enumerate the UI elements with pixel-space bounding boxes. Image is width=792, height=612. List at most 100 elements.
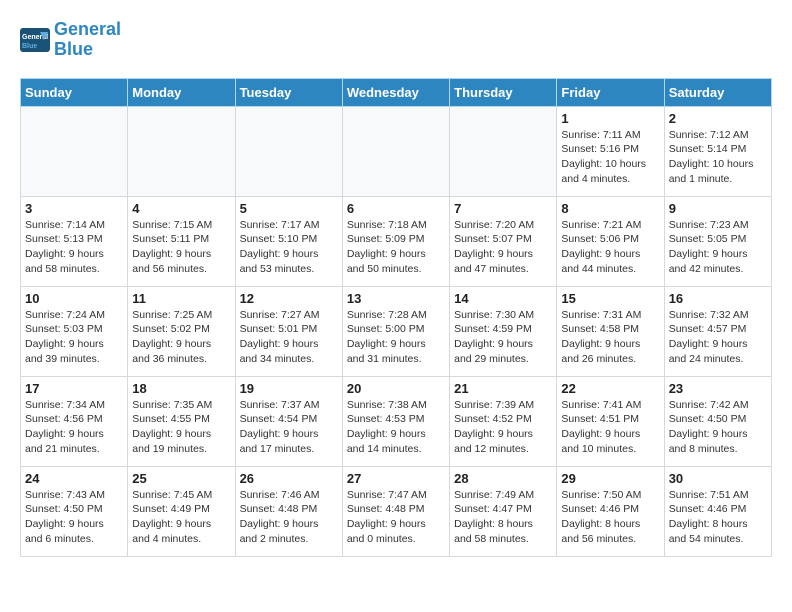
calendar-cell: 29Sunrise: 7:50 AM Sunset: 4:46 PM Dayli…	[557, 466, 664, 556]
day-number: 27	[347, 471, 445, 486]
day-info: Sunrise: 7:34 AM Sunset: 4:56 PM Dayligh…	[25, 398, 123, 457]
day-number: 20	[347, 381, 445, 396]
day-info: Sunrise: 7:15 AM Sunset: 5:11 PM Dayligh…	[132, 218, 230, 277]
calendar-cell: 2Sunrise: 7:12 AM Sunset: 5:14 PM Daylig…	[664, 106, 771, 196]
calendar-body: 1Sunrise: 7:11 AM Sunset: 5:16 PM Daylig…	[21, 106, 772, 556]
calendar-cell: 13Sunrise: 7:28 AM Sunset: 5:00 PM Dayli…	[342, 286, 449, 376]
day-info: Sunrise: 7:38 AM Sunset: 4:53 PM Dayligh…	[347, 398, 445, 457]
logo: General Blue General Blue	[20, 20, 121, 60]
day-number: 4	[132, 201, 230, 216]
day-info: Sunrise: 7:20 AM Sunset: 5:07 PM Dayligh…	[454, 218, 552, 277]
day-info: Sunrise: 7:49 AM Sunset: 4:47 PM Dayligh…	[454, 488, 552, 547]
calendar-cell: 14Sunrise: 7:30 AM Sunset: 4:59 PM Dayli…	[450, 286, 557, 376]
day-info: Sunrise: 7:41 AM Sunset: 4:51 PM Dayligh…	[561, 398, 659, 457]
day-number: 6	[347, 201, 445, 216]
calendar-cell	[450, 106, 557, 196]
calendar-week-row: 24Sunrise: 7:43 AM Sunset: 4:50 PM Dayli…	[21, 466, 772, 556]
calendar-cell	[21, 106, 128, 196]
calendar-cell: 11 Sunrise: 7:25 AM Sunset: 5:02 PM Dayli…	[128, 286, 235, 376]
day-number: 2	[669, 111, 767, 126]
day-info: Sunrise: 7:47 AM Sunset: 4:48 PM Dayligh…	[347, 488, 445, 547]
calendar-cell: 28 Sunrise: 7:49 AM Sunset: 4:47 PM Dayli…	[450, 466, 557, 556]
calendar-cell: 18 Sunrise: 7:35 AM Sunset: 4:55 PM Dayli…	[128, 376, 235, 466]
calendar-cell: 23 Sunrise: 7:42 AM Sunset: 4:50 PM Dayli…	[664, 376, 771, 466]
calendar-cell	[235, 106, 342, 196]
day-info: Sunrise: 7:31 AM Sunset: 4:58 PM Dayligh…	[561, 308, 659, 367]
day-number: 18	[132, 381, 230, 396]
day-info: Sunrise: 7:28 AM Sunset: 5:00 PM Dayligh…	[347, 308, 445, 367]
calendar-cell: 21 Sunrise: 7:39 AM Sunset: 4:52 PM Dayli…	[450, 376, 557, 466]
day-number: 30	[669, 471, 767, 486]
day-number: 9	[669, 201, 767, 216]
calendar-cell: 17 Sunrise: 7:34 AM Sunset: 4:56 PM Dayli…	[21, 376, 128, 466]
calendar-cell: 9 Sunrise: 7:23 AM Sunset: 5:05 PM Daylig…	[664, 196, 771, 286]
calendar-cell: 30 Sunrise: 7:51 AM Sunset: 4:46 PM Dayli…	[664, 466, 771, 556]
calendar-cell: 25Sunrise: 7:45 AM Sunset: 4:49 PM Dayli…	[128, 466, 235, 556]
calendar-cell: 24Sunrise: 7:43 AM Sunset: 4:50 PM Dayli…	[21, 466, 128, 556]
day-info: Sunrise: 7:25 AM Sunset: 5:02 PM Dayligh…	[132, 308, 230, 367]
day-info: Sunrise: 7:24 AM Sunset: 5:03 PM Dayligh…	[25, 308, 123, 367]
day-number: 28	[454, 471, 552, 486]
day-info: Sunrise: 7:21 AM Sunset: 5:06 PM Dayligh…	[561, 218, 659, 277]
day-number: 21	[454, 381, 552, 396]
calendar-week-row: 1Sunrise: 7:11 AM Sunset: 5:16 PM Daylig…	[21, 106, 772, 196]
calendar-cell: 22 Sunrise: 7:41 AM Sunset: 4:51 PM Dayli…	[557, 376, 664, 466]
day-info: Sunrise: 7:18 AM Sunset: 5:09 PM Dayligh…	[347, 218, 445, 277]
calendar-cell: 12Sunrise: 7:27 AM Sunset: 5:01 PM Dayli…	[235, 286, 342, 376]
day-number: 10	[25, 291, 123, 306]
day-number: 25	[132, 471, 230, 486]
calendar-cell: 6 Sunrise: 7:18 AM Sunset: 5:09 PM Daylig…	[342, 196, 449, 286]
day-number: 12	[240, 291, 338, 306]
day-number: 3	[25, 201, 123, 216]
weekday-header-tuesday: Tuesday	[235, 78, 342, 106]
day-info: Sunrise: 7:42 AM Sunset: 4:50 PM Dayligh…	[669, 398, 767, 457]
svg-text:Blue: Blue	[22, 43, 37, 50]
day-number: 1	[561, 111, 659, 126]
calendar-cell: 3 Sunrise: 7:14 AM Sunset: 5:13 PM Daylig…	[21, 196, 128, 286]
day-info: Sunrise: 7:35 AM Sunset: 4:55 PM Dayligh…	[132, 398, 230, 457]
calendar-cell: 16Sunrise: 7:32 AM Sunset: 4:57 PM Dayli…	[664, 286, 771, 376]
calendar-cell: 4 Sunrise: 7:15 AM Sunset: 5:11 PM Daylig…	[128, 196, 235, 286]
day-number: 17	[25, 381, 123, 396]
day-number: 19	[240, 381, 338, 396]
weekday-header-wednesday: Wednesday	[342, 78, 449, 106]
day-number: 22	[561, 381, 659, 396]
calendar-cell: 10 Sunrise: 7:24 AM Sunset: 5:03 PM Dayli…	[21, 286, 128, 376]
calendar-cell: 5 Sunrise: 7:17 AM Sunset: 5:10 PM Daylig…	[235, 196, 342, 286]
weekday-header-monday: Monday	[128, 78, 235, 106]
calendar-cell: 27 Sunrise: 7:47 AM Sunset: 4:48 PM Dayli…	[342, 466, 449, 556]
calendar-cell: 26 Sunrise: 7:46 AM Sunset: 4:48 PM Dayli…	[235, 466, 342, 556]
logo-text: General Blue	[54, 20, 121, 60]
calendar-cell: 1Sunrise: 7:11 AM Sunset: 5:16 PM Daylig…	[557, 106, 664, 196]
calendar-cell	[128, 106, 235, 196]
day-info: Sunrise: 7:23 AM Sunset: 5:05 PM Dayligh…	[669, 218, 767, 277]
weekday-header-saturday: Saturday	[664, 78, 771, 106]
calendar-cell: 8 Sunrise: 7:21 AM Sunset: 5:06 PM Daylig…	[557, 196, 664, 286]
day-number: 7	[454, 201, 552, 216]
day-info: Sunrise: 7:46 AM Sunset: 4:48 PM Dayligh…	[240, 488, 338, 547]
day-info: Sunrise: 7:51 AM Sunset: 4:46 PM Dayligh…	[669, 488, 767, 547]
day-number: 26	[240, 471, 338, 486]
day-info: Sunrise: 7:30 AM Sunset: 4:59 PM Dayligh…	[454, 308, 552, 367]
calendar-week-row: 3 Sunrise: 7:14 AM Sunset: 5:13 PM Daylig…	[21, 196, 772, 286]
calendar-cell: 19 Sunrise: 7:37 AM Sunset: 4:54 PM Dayli…	[235, 376, 342, 466]
weekday-header-friday: Friday	[557, 78, 664, 106]
day-number: 5	[240, 201, 338, 216]
day-info: Sunrise: 7:50 AM Sunset: 4:46 PM Dayligh…	[561, 488, 659, 547]
day-info: Sunrise: 7:14 AM Sunset: 5:13 PM Dayligh…	[25, 218, 123, 277]
calendar-cell: 7 Sunrise: 7:20 AM Sunset: 5:07 PM Daylig…	[450, 196, 557, 286]
day-number: 8	[561, 201, 659, 216]
day-info: Sunrise: 7:39 AM Sunset: 4:52 PM Dayligh…	[454, 398, 552, 457]
calendar-table: SundayMondayTuesdayWednesdayThursdayFrid…	[20, 78, 772, 557]
weekday-header-thursday: Thursday	[450, 78, 557, 106]
weekday-header-sunday: Sunday	[21, 78, 128, 106]
day-number: 24	[25, 471, 123, 486]
logo-icon: General Blue	[20, 28, 50, 52]
day-info: Sunrise: 7:37 AM Sunset: 4:54 PM Dayligh…	[240, 398, 338, 457]
day-number: 15	[561, 291, 659, 306]
calendar-week-row: 10 Sunrise: 7:24 AM Sunset: 5:03 PM Dayli…	[21, 286, 772, 376]
day-number: 11	[132, 291, 230, 306]
day-number: 23	[669, 381, 767, 396]
day-number: 16	[669, 291, 767, 306]
day-info: Sunrise: 7:17 AM Sunset: 5:10 PM Dayligh…	[240, 218, 338, 277]
